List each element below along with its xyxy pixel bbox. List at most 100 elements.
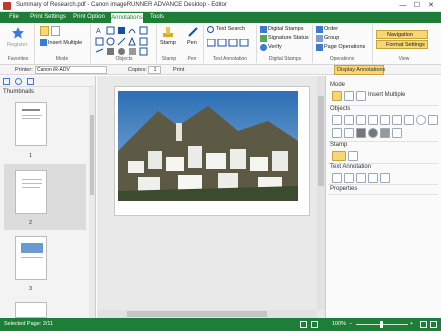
filled-ellipse-tool-icon[interactable] (368, 128, 378, 138)
pen-button[interactable]: Pen (187, 40, 197, 46)
stamp-button[interactable]: Stamp (160, 40, 176, 46)
group-icon (316, 35, 323, 42)
insert-multiple-label[interactable]: Insert Multiple (368, 92, 405, 98)
zoom-slider-handle[interactable] (380, 321, 383, 328)
signature-status-button[interactable]: Signature Status (268, 35, 309, 41)
callout-tool-icon[interactable] (356, 115, 366, 125)
thumbnails-pane: Thumbnails 1 2 3 (0, 76, 96, 318)
page-thumbnail[interactable] (15, 236, 47, 280)
signature-status-icon (260, 35, 267, 42)
print-toolbar: Printer: Canon iR-ADV Copies: 1 Print Di… (0, 65, 441, 75)
star-icon[interactable] (11, 26, 25, 40)
insert-multiple-button[interactable]: Insert Multiple (48, 40, 82, 46)
svg-text:A: A (96, 28, 101, 35)
document-vertical-scrollbar[interactable] (317, 76, 325, 310)
stamp-icon[interactable] (332, 151, 346, 161)
pencil-tool-icon[interactable] (344, 128, 354, 138)
shape-tool-icon[interactable] (380, 128, 390, 138)
zoom-level[interactable]: 100% (332, 321, 346, 327)
underline-tool-icon[interactable] (344, 173, 354, 183)
text-annotation-tool-icon[interactable] (332, 173, 342, 183)
page-thumbnail[interactable] (15, 102, 47, 146)
stamp-icon[interactable] (162, 26, 174, 38)
text-annotation-tools[interactable] (207, 39, 251, 47)
page-number-label: 2 (29, 220, 33, 226)
group-label-view: View (398, 56, 410, 62)
page-thumbnail[interactable] (15, 302, 47, 318)
printer-label: Printer: (15, 67, 33, 73)
print-button[interactable]: Print (173, 66, 184, 74)
zoom-in-button[interactable]: + (410, 321, 413, 327)
document-view[interactable] (97, 76, 325, 318)
annotations-tab-icon[interactable] (27, 78, 34, 85)
polygon-tool-icon[interactable] (428, 115, 438, 125)
text-search-button[interactable]: Text Search (216, 26, 245, 32)
verify-button[interactable]: Verify (268, 44, 282, 50)
copies-label: Copies: (128, 67, 147, 73)
thumbnails-scrollbar[interactable] (89, 87, 95, 318)
rectangle-tool-icon[interactable] (404, 115, 414, 125)
tab-print-settings[interactable]: Print Settings (28, 12, 68, 23)
group-label-digital-stamps: Digital Stamps (268, 56, 302, 62)
insert-multiple-icon[interactable] (356, 91, 366, 101)
maximize-button[interactable]: ☐ (411, 1, 423, 11)
zoom-out-button[interactable]: − (349, 321, 352, 327)
objects-palette[interactable]: A (95, 26, 155, 56)
verify-icon (260, 44, 267, 51)
curve-tool-icon[interactable] (380, 115, 390, 125)
tab-annotations[interactable]: Annotations (110, 12, 144, 23)
document-horizontal-scrollbar[interactable] (97, 310, 317, 318)
arrow-tool-icon[interactable] (368, 115, 378, 125)
page-operations-button[interactable]: Page Operations (324, 44, 365, 50)
minimize-button[interactable]: — (397, 1, 409, 11)
document-page[interactable] (114, 86, 310, 216)
bookmarks-tab-icon[interactable] (15, 78, 22, 85)
thumbnails-header: Thumbnails (3, 89, 35, 95)
stamp-section-header: Stamp (330, 142, 348, 148)
digital-stamps-button[interactable]: Digital Stamps (268, 26, 303, 32)
insert-multiple-icon (40, 39, 47, 46)
hand-tool-icon[interactable] (344, 91, 354, 101)
image-tool-icon[interactable] (392, 128, 402, 138)
text-tool-icon[interactable] (344, 115, 354, 125)
navigation-tab-strip (0, 76, 96, 87)
page-thumbnail[interactable] (15, 170, 47, 214)
format-settings-button[interactable]: Format Settings (376, 40, 428, 49)
close-button[interactable]: ✕ (425, 1, 437, 11)
display-annotations-button[interactable]: Display Annotations (334, 65, 385, 75)
select-mode-icon[interactable] (332, 91, 342, 101)
app-icon (3, 2, 11, 10)
tab-tools[interactable]: Tools (146, 12, 168, 23)
fit-width-icon[interactable] (430, 321, 437, 328)
highlight-tool-icon[interactable] (332, 128, 342, 138)
single-page-view-icon[interactable] (300, 321, 307, 328)
group-button[interactable]: Group (324, 35, 339, 41)
replace-text-tool-icon[interactable] (380, 173, 390, 183)
filled-rectangle-tool-icon[interactable] (356, 128, 366, 138)
line-tool-icon[interactable] (392, 115, 402, 125)
group-label-text-annotation: Text Annotation (212, 56, 248, 62)
tab-file[interactable]: File (2, 12, 26, 23)
strikethrough-tool-icon[interactable] (356, 173, 366, 183)
pen-icon[interactable] (187, 26, 199, 38)
village-photo (118, 91, 298, 201)
order-icon (316, 26, 323, 33)
navigation-button[interactable]: Navigation (376, 30, 428, 39)
tab-print-option[interactable]: Print Option (70, 12, 108, 23)
zoom-slider[interactable] (356, 321, 408, 328)
ellipse-tool-icon[interactable] (416, 115, 426, 125)
order-button[interactable]: Order (324, 26, 338, 32)
printer-select[interactable]: Canon iR-ADV (35, 66, 107, 74)
fit-page-icon[interactable] (420, 321, 427, 328)
two-page-view-icon[interactable] (311, 321, 318, 328)
select-mode-icon[interactable] (40, 26, 49, 36)
text-search-icon (207, 26, 214, 33)
mode-section-header: Mode (330, 82, 346, 88)
highlight-text-tool-icon[interactable] (368, 173, 378, 183)
text-box-tool-icon[interactable] (332, 115, 342, 125)
pen-icon[interactable] (348, 151, 358, 161)
thumbnails-tab-icon[interactable] (3, 78, 10, 85)
copies-input[interactable]: 1 (148, 66, 161, 74)
register-button[interactable]: Register (7, 42, 27, 48)
hand-tool-icon[interactable] (51, 26, 60, 36)
